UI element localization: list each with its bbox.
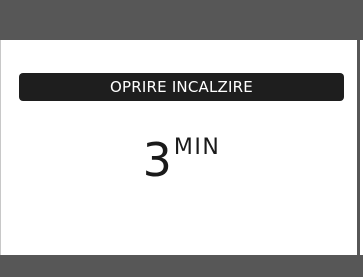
setting-value-display: 3MIN — [0, 132, 363, 192]
setting-value: 3 — [142, 133, 172, 187]
top-bar — [0, 0, 363, 40]
bottom-bar — [0, 255, 363, 277]
setting-unit: MIN — [173, 135, 221, 160]
display-screen: OPRIRE INCALZIRE 3MIN — [0, 0, 363, 277]
setting-label: OPRIRE INCALZIRE — [19, 73, 344, 101]
